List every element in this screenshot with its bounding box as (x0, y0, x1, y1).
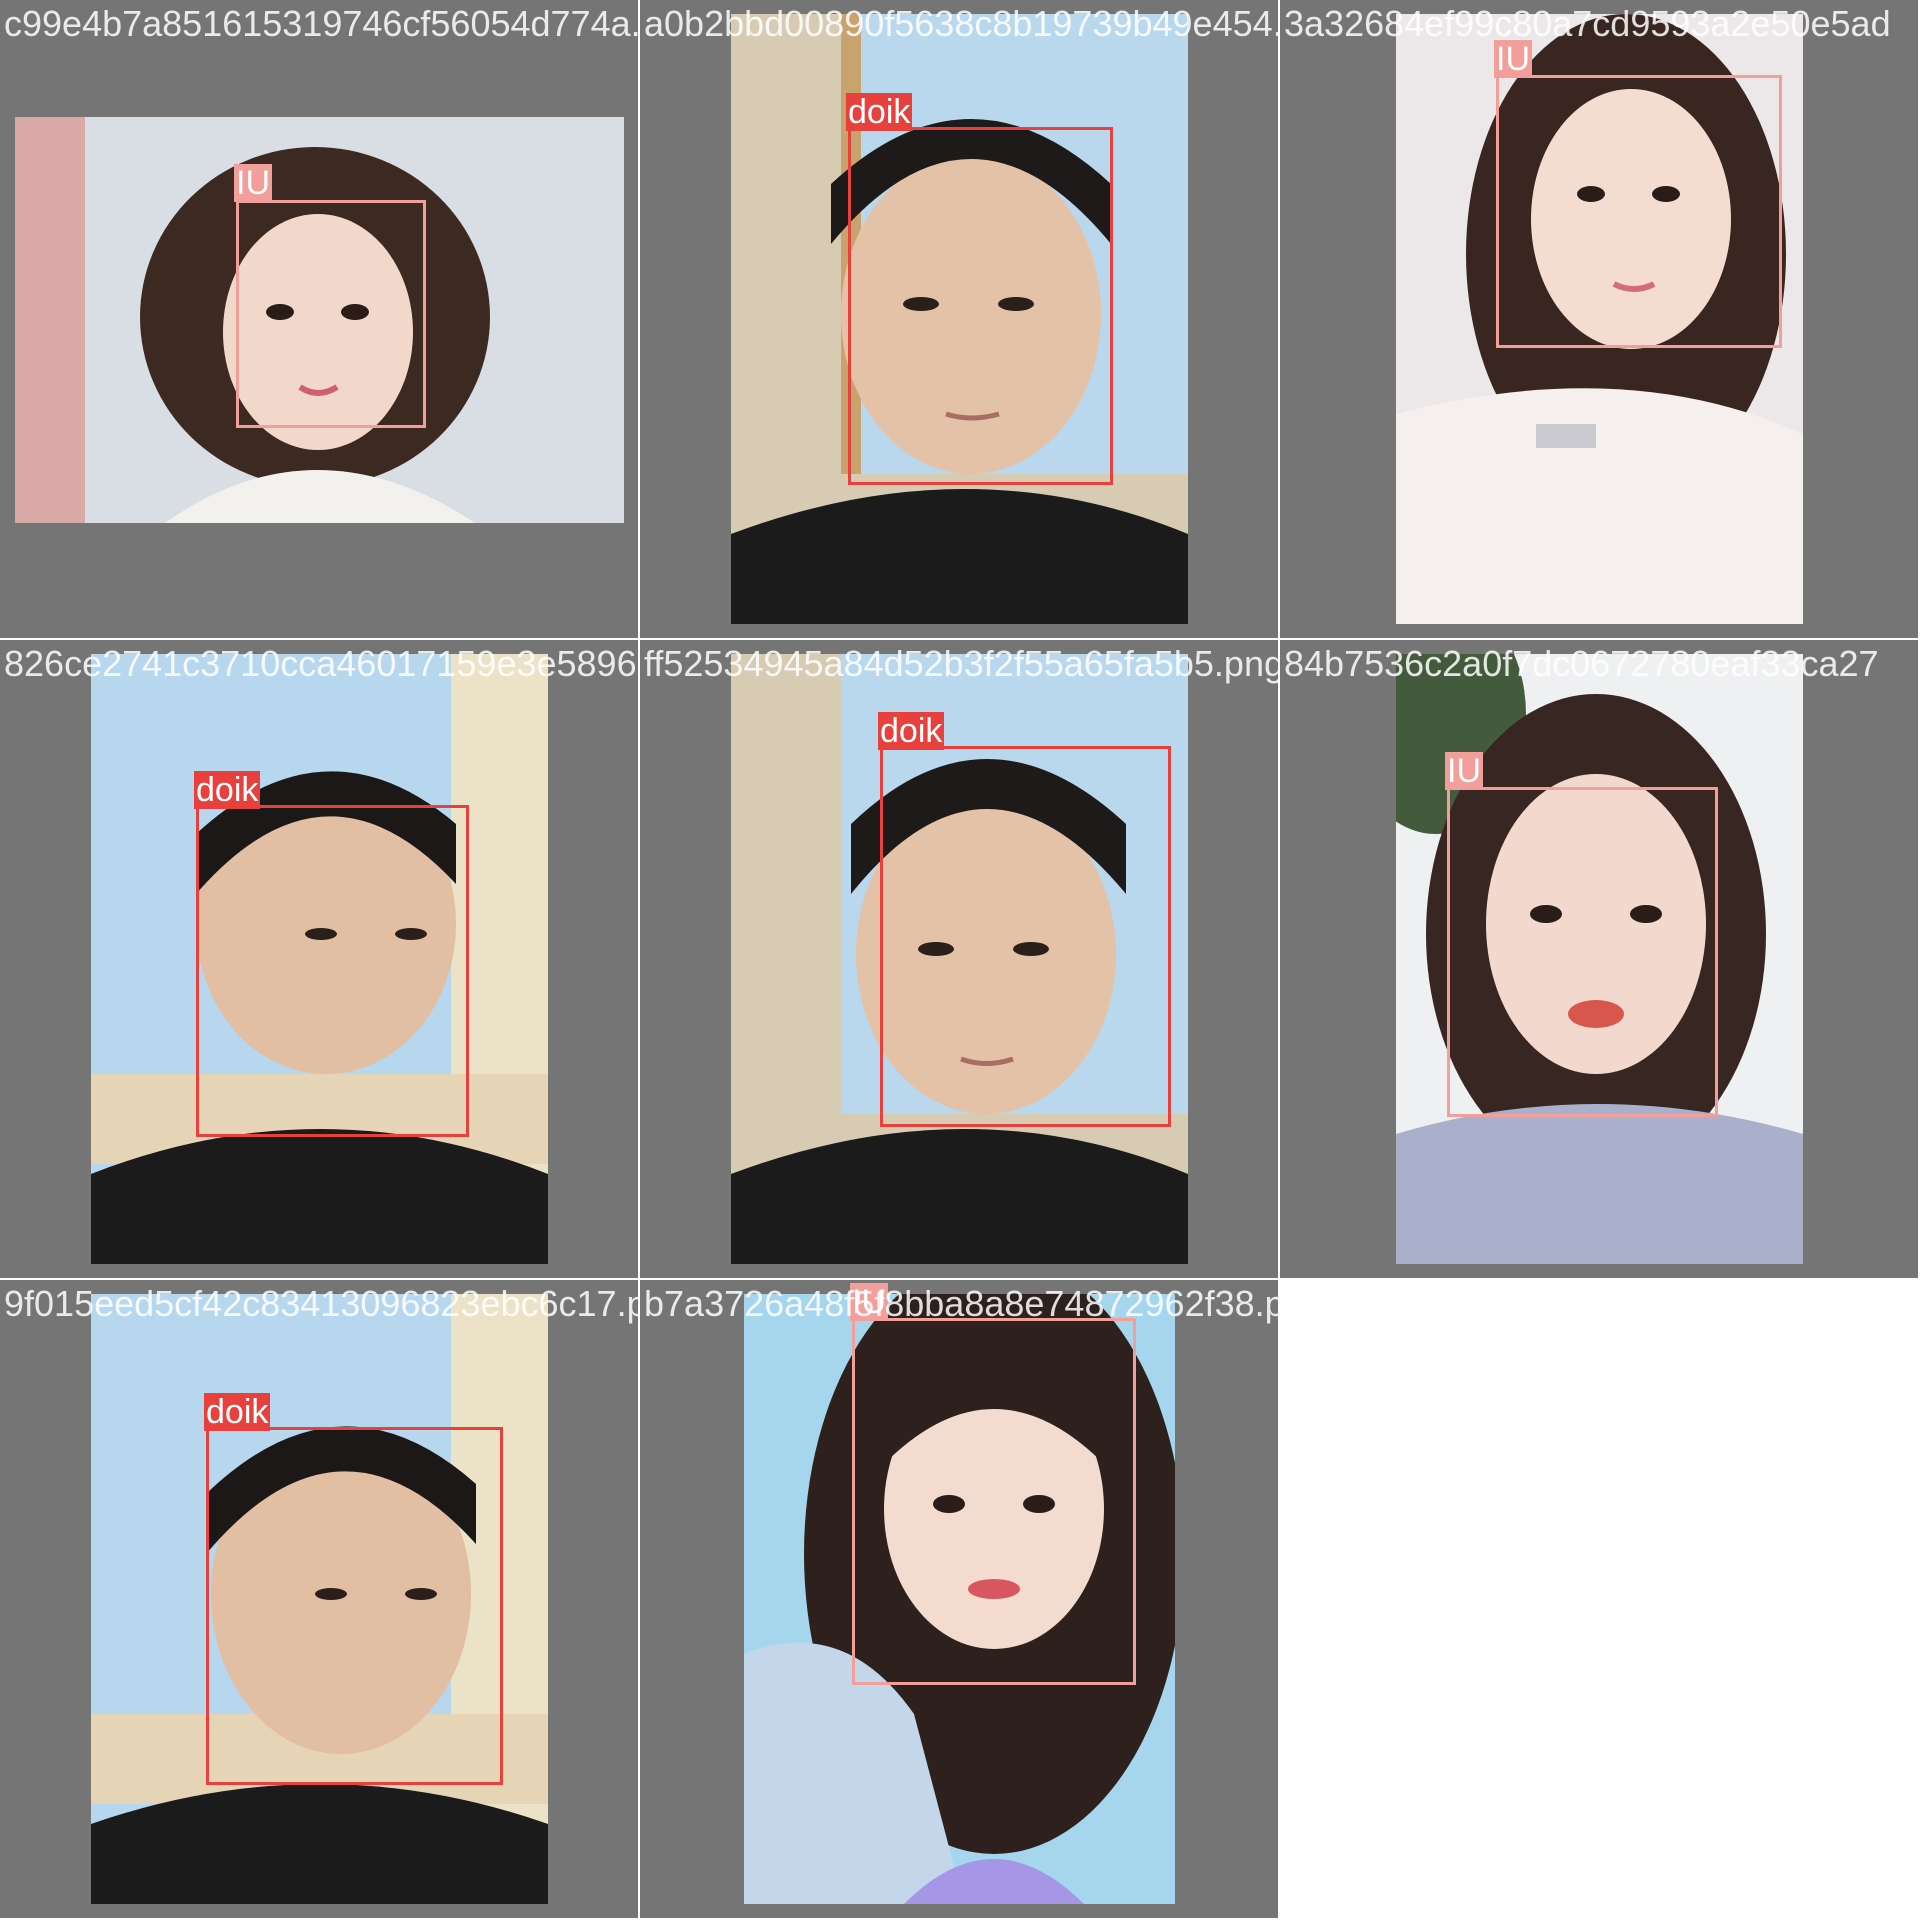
detection-box (206, 1427, 503, 1785)
detection-box (196, 805, 469, 1137)
detection-label: doik (204, 1393, 271, 1431)
detection-label: doik (194, 771, 261, 809)
grid-divider (0, 638, 1920, 640)
image-filename: a0b2bbd00890f5638c8b19739b49e454.png (644, 3, 1278, 44)
detection-box (236, 200, 426, 428)
grid-divider (638, 0, 640, 1920)
detection-box (880, 746, 1171, 1127)
detection-label: IU (234, 164, 272, 202)
tile-3: IU 3a32684ef99c80a7cd9593a2e50e5ad (1280, 0, 1918, 638)
detection-label: IU (1445, 752, 1483, 790)
tile-2: doik a0b2bbd00890f5638c8b19739b49e454.pn… (640, 0, 1278, 638)
detection-label: doik (846, 93, 913, 131)
tile-8: IU b7a3726a48f5f8bba8a8e74872962f38.png (640, 1280, 1278, 1918)
tile-5: doik ff52534945a84d52b3f2f55a65fa5b5.png (640, 640, 1278, 1278)
detection-label: doik (878, 712, 945, 750)
image-filename: 9f015eed5cf42c83413096823ebc6c17.png (4, 1283, 638, 1324)
image-filename: ff52534945a84d52b3f2f55a65fa5b5.png (644, 643, 1278, 684)
detection-box (848, 127, 1113, 485)
image-filename: c99e4b7a851615319746cf56054d774a.png (4, 3, 638, 44)
image-grid: IU c99e4b7a851615319746cf56054d774a.png … (0, 0, 1920, 1920)
image-filename: 3a32684ef99c80a7cd9593a2e50e5ad (1284, 3, 1891, 44)
tile-7: doik 9f015eed5cf42c83413096823ebc6c17.pn… (0, 1280, 638, 1918)
detection-box (1496, 75, 1782, 348)
grid-divider (1278, 0, 1280, 1920)
detection-box (852, 1318, 1136, 1685)
tile-6: IU 84b7536c2a0f7dc0672780eaf33ca27 (1280, 640, 1918, 1278)
grid-divider (0, 1278, 1920, 1280)
image-filename: 84b7536c2a0f7dc0672780eaf33ca27 (1284, 643, 1879, 684)
tile-4: doik 826ce2741c3710cca46017159e3e5896.pn… (0, 640, 638, 1278)
image-filename: 826ce2741c3710cca46017159e3e5896.png (4, 643, 638, 684)
tile-1: IU c99e4b7a851615319746cf56054d774a.png (0, 0, 638, 638)
image-filename: b7a3726a48f5f8bba8a8e74872962f38.png (644, 1283, 1278, 1324)
detection-box (1447, 787, 1718, 1117)
